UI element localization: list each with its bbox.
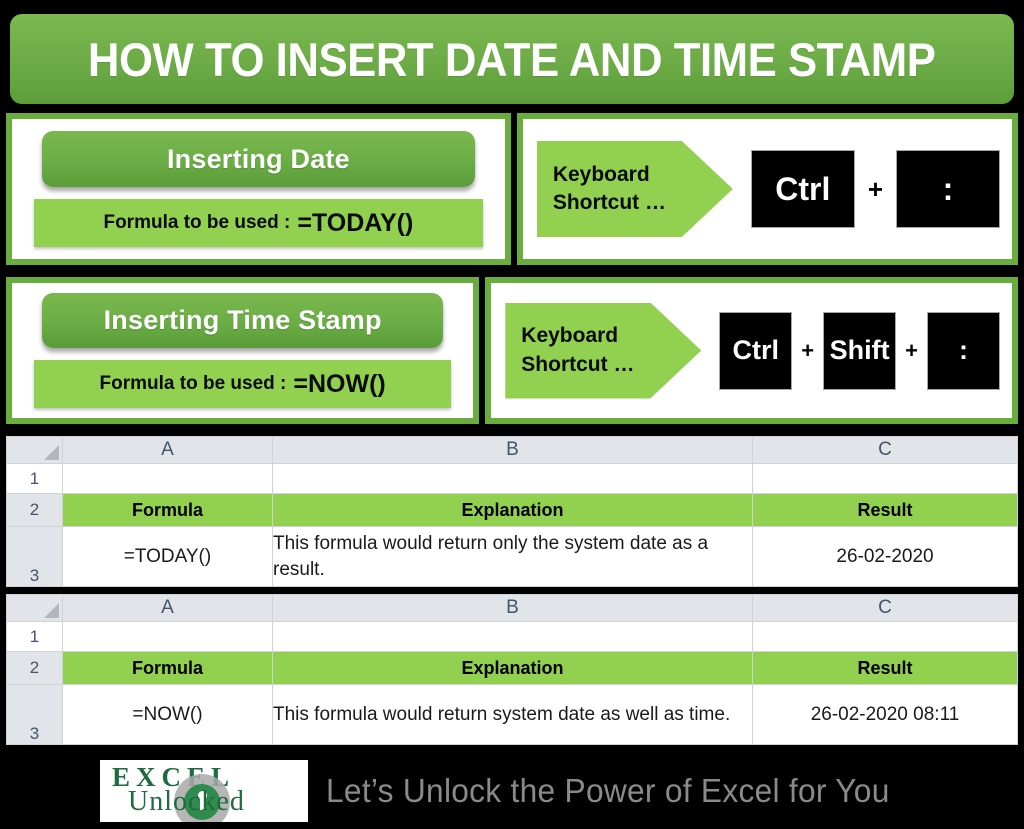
column-header-a[interactable]: A xyxy=(62,594,273,622)
sheet-row-2: 2 Formula Explanation Result xyxy=(6,651,1018,685)
inserting-time-stamp-formula-bar: Formula to be used : =NOW() xyxy=(34,360,452,408)
sheet-row-3: 3 =TODAY() This formula would return onl… xyxy=(6,526,1018,587)
column-header-c[interactable]: C xyxy=(752,594,1018,622)
cell-c2-result-header[interactable]: Result xyxy=(752,493,1018,527)
cell-a3-formula[interactable]: =NOW() xyxy=(62,684,273,745)
spreadsheet-today: A B C 1 2 Formula Explanation Result 3 =… xyxy=(6,436,1018,587)
inserting-time-stamp-panel: Inserting Time Stamp Formula to be used … xyxy=(6,277,480,424)
cell-a2-formula-header[interactable]: Formula xyxy=(62,493,273,527)
inserting-date-heading-label: Inserting Date xyxy=(166,143,350,174)
cell-b3-explanation[interactable]: This formula would return only the syste… xyxy=(272,526,753,587)
keyboard-shortcut-arrow: Keyboard Shortcut … xyxy=(505,302,702,399)
cell-b1[interactable] xyxy=(272,621,753,652)
row-header-1[interactable]: 1 xyxy=(6,621,63,652)
row-header-2[interactable]: 2 xyxy=(6,493,63,527)
section-inserting-date: Inserting Date Formula to be used : =TOD… xyxy=(6,113,1018,265)
key-cap-ctrl: Ctrl xyxy=(719,311,793,390)
footer-tagline: Let’s Unlock the Power of Excel for You xyxy=(326,771,890,809)
column-header-row: A B C xyxy=(6,594,1018,622)
section-inserting-time-stamp: Inserting Time Stamp Formula to be used … xyxy=(6,277,1018,424)
spreadsheet-now: A B C 1 2 Formula Explanation Result 3 =… xyxy=(6,594,1018,745)
shortcut-keys-group: Ctrl + Shift + : xyxy=(719,311,1000,390)
select-all-triangle-icon xyxy=(44,603,59,618)
cell-b2-explanation-header[interactable]: Explanation xyxy=(272,651,753,685)
cell-a1[interactable] xyxy=(62,621,273,652)
cell-c3-result[interactable]: 26-02-2020 08:11 xyxy=(752,684,1018,745)
inserting-time-stamp-shortcut-panel: Keyboard Shortcut … Ctrl + Shift + : xyxy=(485,277,1018,424)
keyboard-shortcut-label-line1: Keyboard xyxy=(552,162,650,186)
column-header-b[interactable]: B xyxy=(272,594,753,622)
cell-a2-formula-header[interactable]: Formula xyxy=(62,651,273,685)
sheet-row-2: 2 Formula Explanation Result xyxy=(6,493,1018,527)
sheet-row-1: 1 xyxy=(6,621,1018,652)
formula-value: =NOW() xyxy=(293,369,386,398)
page-title-banner: HOW TO INSERT DATE AND TIME STAMP xyxy=(10,14,1014,104)
column-header-b[interactable]: B xyxy=(272,436,753,464)
inserting-date-shortcut-panel: Keyboard Shortcut … Ctrl + : xyxy=(516,113,1018,265)
inserting-date-formula-bar: Formula to be used : =TODAY() xyxy=(34,199,483,247)
sheet-row-1: 1 xyxy=(6,463,1018,494)
column-header-c[interactable]: C xyxy=(752,436,1018,464)
key-cap-shift: Shift xyxy=(823,311,897,390)
row-header-2[interactable]: 2 xyxy=(6,651,63,685)
cell-b3-explanation[interactable]: This formula would return system date as… xyxy=(272,684,753,745)
cell-c2-result-header[interactable]: Result xyxy=(752,651,1018,685)
cell-c1[interactable] xyxy=(752,621,1018,652)
logo-unlocked-text: Unlocked xyxy=(128,785,245,817)
key-separator-plus: + xyxy=(905,337,918,363)
shortcut-keys-group: Ctrl + : xyxy=(750,150,1000,228)
inserting-date-heading-pill: Inserting Date xyxy=(42,131,475,187)
column-header-a[interactable]: A xyxy=(62,436,273,464)
cell-b2-explanation-header[interactable]: Explanation xyxy=(272,493,753,527)
row-header-3[interactable]: 3 xyxy=(6,684,63,745)
cell-c1[interactable] xyxy=(752,463,1018,494)
keyboard-shortcut-label-line2: Shortcut … xyxy=(552,191,666,214)
cell-b1[interactable] xyxy=(272,463,753,494)
formula-label: Formula to be used : xyxy=(103,212,291,233)
key-cap-colon: : xyxy=(896,150,1000,228)
keyboard-shortcut-label-line2: Shortcut … xyxy=(521,352,635,376)
row-header-3[interactable]: 3 xyxy=(6,526,63,587)
select-all-corner[interactable] xyxy=(6,594,63,622)
key-cap-colon: : xyxy=(927,311,1000,390)
select-all-corner[interactable] xyxy=(6,436,63,464)
formula-label: Formula to be used : xyxy=(99,373,287,395)
inserting-date-panel: Inserting Date Formula to be used : =TOD… xyxy=(6,113,511,265)
key-cap-ctrl: Ctrl xyxy=(750,150,855,228)
cell-a3-formula[interactable]: =TODAY() xyxy=(62,526,273,587)
row-header-1[interactable]: 1 xyxy=(6,463,63,494)
inserting-time-stamp-heading-pill: Inserting Time Stamp xyxy=(42,293,444,349)
page-title: HOW TO INSERT DATE AND TIME STAMP xyxy=(88,32,936,86)
keyboard-shortcut-arrow: Keyboard Shortcut … xyxy=(536,141,733,237)
key-separator-plus: + xyxy=(867,173,883,204)
excel-unlocked-logo[interactable]: EXCEL Unlocked xyxy=(100,759,308,822)
keyboard-shortcut-label-line1: Keyboard xyxy=(521,324,619,348)
cell-a1[interactable] xyxy=(62,463,273,494)
column-header-row: A B C xyxy=(6,436,1018,464)
formula-value: =TODAY() xyxy=(297,208,414,237)
footer-bar: EXCEL Unlocked Let’s Unlock the Power of… xyxy=(0,752,1024,829)
sheet-row-3: 3 =NOW() This formula would return syste… xyxy=(6,684,1018,745)
select-all-triangle-icon xyxy=(44,445,59,460)
cell-c3-result[interactable]: 26-02-2020 xyxy=(752,526,1018,587)
inserting-time-stamp-heading-label: Inserting Time Stamp xyxy=(103,305,382,336)
key-separator-plus: + xyxy=(801,337,815,363)
